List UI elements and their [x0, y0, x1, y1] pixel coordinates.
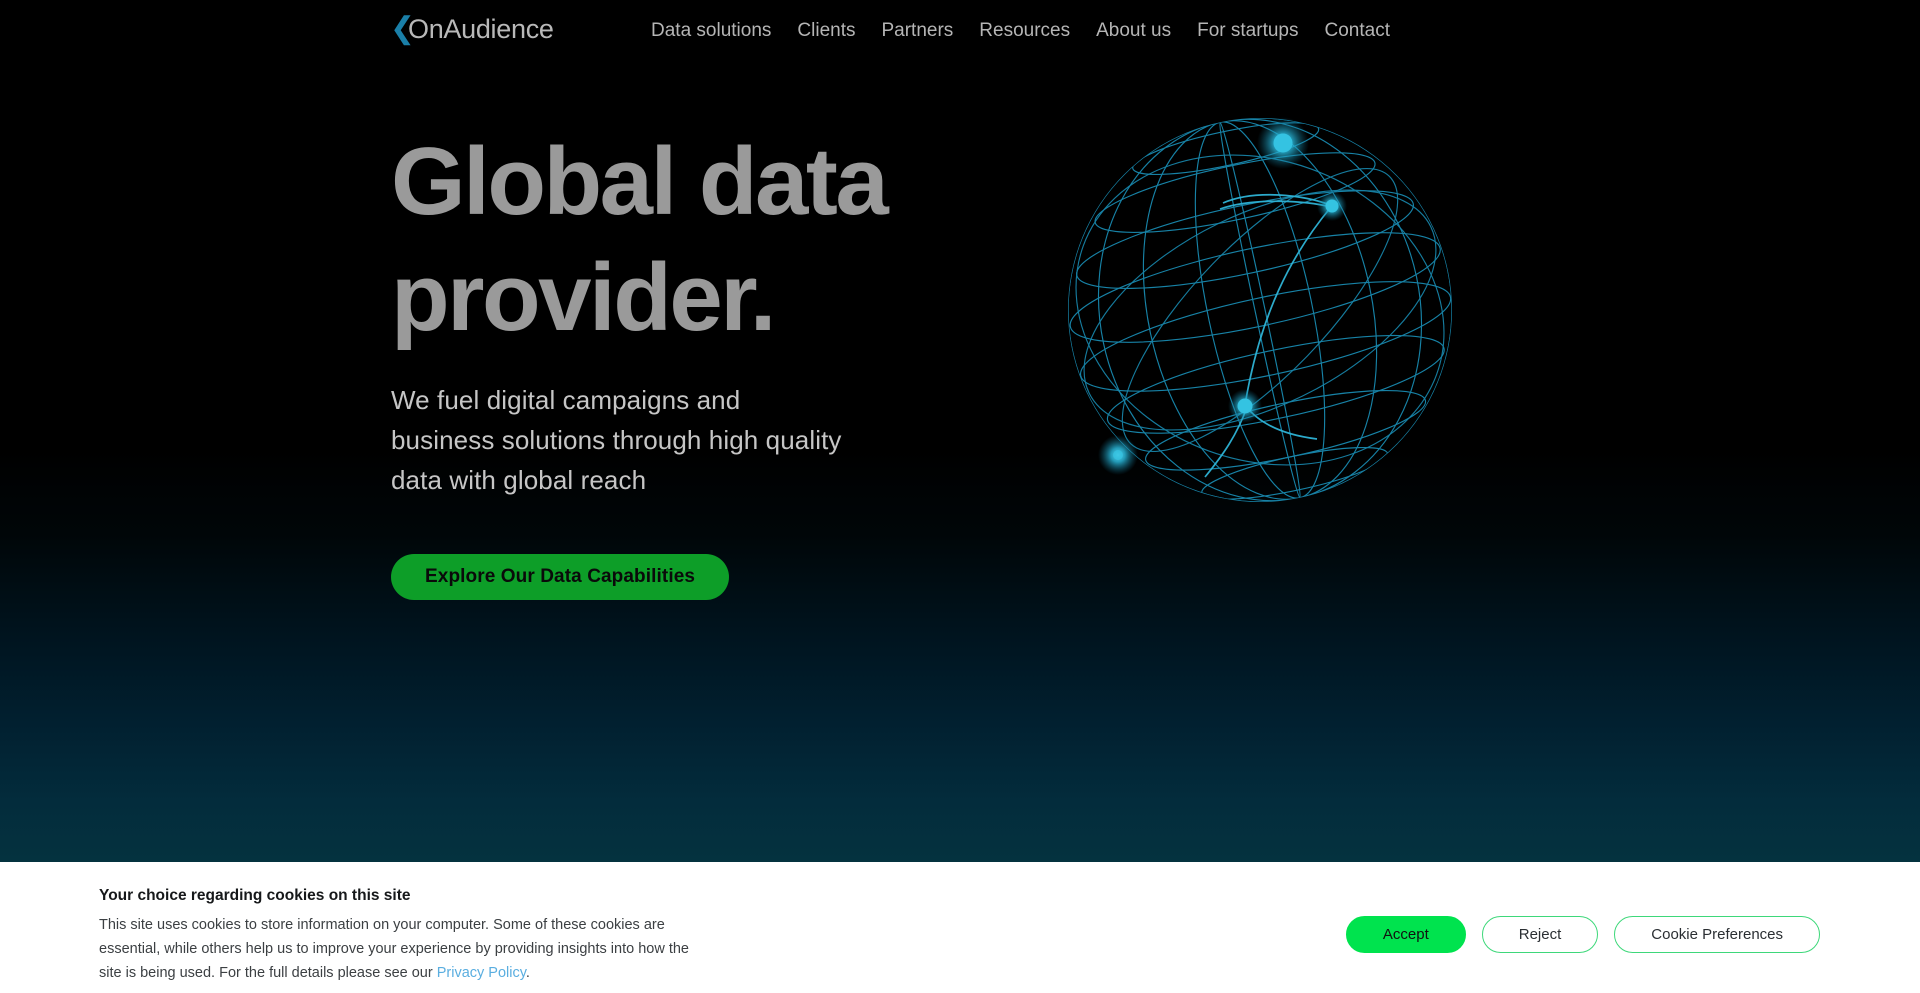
globe-svg: [1068, 117, 1452, 502]
nav-item-for-startups[interactable]: For startups: [1184, 20, 1311, 42]
reject-cookies-button[interactable]: Reject: [1481, 916, 1599, 953]
main-navigation: Data solutions Clients Partners Resource…: [638, 20, 1403, 42]
explore-data-capabilities-button[interactable]: Explore Our Data Capabilities: [391, 554, 730, 600]
cookie-text-column: Your choice regarding cookies on this si…: [99, 886, 699, 985]
nav-item-contact[interactable]: Contact: [1312, 20, 1403, 42]
site-header: ❮ OnAudience Data solutions Clients Part…: [0, 0, 1920, 70]
hero-subtitle: We fuel digital campaigns and business s…: [391, 385, 842, 495]
nav-item-data-solutions[interactable]: Data solutions: [638, 20, 784, 42]
cookie-banner-actions: Accept Reject Cookie Preferences: [1345, 916, 1820, 953]
logo-chevron-icon: ❮: [390, 12, 415, 45]
cookie-preferences-button[interactable]: Cookie Preferences: [1614, 916, 1820, 953]
brand-name: OnAudience: [408, 14, 554, 44]
hero-section: ❮ OnAudience Data solutions Clients Part…: [0, 0, 1920, 862]
brand-logo[interactable]: ❮ OnAudience: [390, 12, 554, 45]
nav-item-about-us[interactable]: About us: [1083, 20, 1184, 42]
page-root: ❮ OnAudience Data solutions Clients Part…: [0, 0, 1920, 993]
nav-item-partners[interactable]: Partners: [868, 20, 966, 42]
cookie-body-text-after-link: .: [525, 965, 530, 981]
cookie-banner-body: This site uses cookies to store informat…: [99, 913, 699, 985]
accept-cookies-button[interactable]: Accept: [1345, 916, 1466, 953]
hero-copy: Global data provider. We fuel digital ca…: [391, 124, 1051, 600]
cookie-banner-title: Your choice regarding cookies on this si…: [99, 887, 411, 904]
wireframe-globe-graphic: [1055, 105, 1465, 525]
privacy-policy-link[interactable]: Privacy Policy: [437, 965, 526, 981]
page-title: Global data provider.: [391, 128, 889, 351]
cookie-body-text-before-link: This site uses cookies to store informat…: [99, 917, 689, 981]
cookie-consent-banner: Your choice regarding cookies on this si…: [0, 862, 1920, 993]
nav-item-clients[interactable]: Clients: [784, 20, 868, 42]
nav-item-resources[interactable]: Resources: [966, 20, 1083, 42]
